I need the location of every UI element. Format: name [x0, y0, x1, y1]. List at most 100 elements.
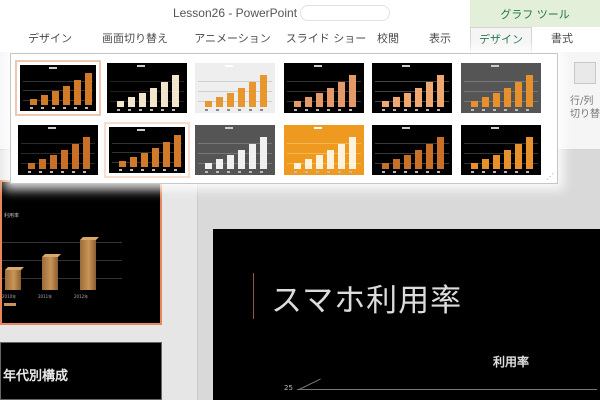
slide-title[interactable]: スマホ利用率 — [271, 275, 462, 320]
chart-style-preview — [460, 63, 541, 113]
preview-axis-labels — [118, 169, 179, 171]
preview-bar — [293, 101, 301, 107]
chart-style-preview — [195, 125, 275, 175]
preview-bar — [503, 88, 511, 107]
chart-style-option[interactable] — [369, 122, 455, 178]
preview-bar — [404, 155, 411, 169]
switch-row-column-button[interactable]: 行/列 切り替 — [568, 52, 600, 150]
chart-tools-context-tab: グラフ ツール — [470, 0, 600, 27]
preview-bar — [304, 97, 312, 107]
thumb-chart-title: 利用率 — [4, 213, 20, 219]
chart-style-option[interactable] — [458, 60, 544, 116]
tab-slide-show[interactable]: スライド ショー — [280, 27, 372, 52]
preview-bar — [393, 159, 400, 169]
thumb-x-label: 2011年 — [38, 294, 53, 299]
preview-title — [136, 65, 145, 67]
preview-bar — [525, 137, 533, 169]
preview-axis-labels — [382, 171, 446, 173]
preview-gridline — [111, 143, 182, 145]
chart-style-option[interactable] — [281, 60, 367, 116]
preview-bar — [492, 93, 500, 107]
resize-grip-icon[interactable]: ⋰ — [546, 172, 554, 181]
preview-bar — [118, 161, 126, 167]
preview-bar — [348, 75, 356, 107]
preview-bar — [41, 95, 48, 105]
chart-style-option[interactable] — [281, 122, 367, 178]
chart-style-option[interactable] — [192, 122, 278, 178]
preview-bar — [227, 155, 234, 169]
preview-axis-labels — [293, 109, 358, 111]
preview-axis-labels — [382, 109, 446, 111]
chart-style-option[interactable] — [15, 122, 101, 178]
chart-style-option[interactable] — [192, 60, 278, 116]
preview-bar — [83, 137, 90, 169]
chart-style-preview — [108, 127, 185, 173]
preview-bar — [205, 101, 212, 107]
tab-view[interactable]: 表示 — [420, 27, 460, 52]
main-slide-canvas[interactable]: スマホ利用率 利用率 25 — [213, 229, 600, 400]
preview-bar — [116, 101, 124, 107]
preview-bar — [315, 155, 323, 169]
chart-style-option[interactable] — [104, 60, 190, 116]
chart-style-option[interactable] — [458, 122, 544, 178]
preview-bar — [525, 75, 533, 107]
preview-bar — [492, 155, 500, 169]
preview-bar — [293, 163, 301, 169]
preview-axis-labels — [205, 109, 269, 111]
preview-bar — [52, 91, 59, 105]
preview-bar — [74, 80, 81, 105]
chart-style-option[interactable] — [15, 60, 101, 116]
preview-bar — [426, 82, 433, 107]
tab-review[interactable]: 校閲 — [372, 27, 404, 52]
preview-bar — [470, 101, 478, 107]
chart-style-option[interactable] — [369, 60, 455, 116]
preview-title — [225, 127, 234, 129]
preview-bar — [173, 135, 181, 167]
preview-bar — [28, 163, 35, 169]
preview-bar — [415, 150, 422, 169]
tab-chart-format[interactable]: 書式 — [540, 27, 584, 52]
preview-axis-labels — [470, 109, 535, 111]
thumb-gridline — [2, 242, 122, 243]
preview-bar — [326, 150, 334, 169]
preview-bar — [348, 137, 356, 169]
chart-tools-label: グラフ ツール — [500, 8, 570, 21]
switch-row-column-icon — [574, 62, 596, 84]
preview-bar — [63, 86, 70, 105]
chart-title[interactable]: 利用率 — [493, 353, 529, 370]
preview-bar — [85, 73, 92, 105]
preview-bar — [260, 75, 267, 107]
thumb-gridline — [2, 260, 122, 261]
preview-bar — [326, 88, 334, 107]
tab-transitions[interactable]: 画面切り替え — [92, 27, 178, 52]
preview-bar — [260, 137, 267, 169]
thumb-chart-bar — [42, 257, 58, 290]
preview-bar — [72, 144, 79, 169]
preview-bar — [216, 97, 223, 107]
slide-thumbnail-2[interactable]: 年代別構成 — [0, 342, 162, 400]
chart-style-option[interactable] — [103, 122, 190, 178]
tab-design[interactable]: デザイン — [20, 27, 80, 52]
preview-bar — [393, 97, 400, 107]
preview-bar — [127, 97, 135, 107]
preview-bar — [138, 93, 146, 107]
preview-bar — [151, 148, 159, 167]
tab-animations[interactable]: アニメーション — [185, 27, 280, 52]
preview-bar — [437, 137, 444, 169]
preview-bar — [50, 155, 57, 169]
preview-bar — [39, 159, 46, 169]
preview-bar — [149, 88, 157, 107]
preview-bar — [30, 99, 37, 105]
chart-style-preview — [372, 125, 452, 175]
slide-thumbnail-1[interactable]: 利用率 2010年 2011年 2012年 — [0, 180, 162, 325]
tab-chart-design[interactable]: デザイン — [470, 27, 532, 52]
preview-bar — [426, 144, 433, 169]
preview-bar — [415, 88, 422, 107]
preview-bar — [503, 150, 511, 169]
preview-axis-labels — [28, 171, 92, 173]
preview-bar — [238, 88, 245, 107]
preview-gridline — [23, 81, 93, 83]
preview-title — [402, 65, 411, 67]
preview-bar — [315, 93, 323, 107]
preview-bar — [514, 144, 522, 169]
